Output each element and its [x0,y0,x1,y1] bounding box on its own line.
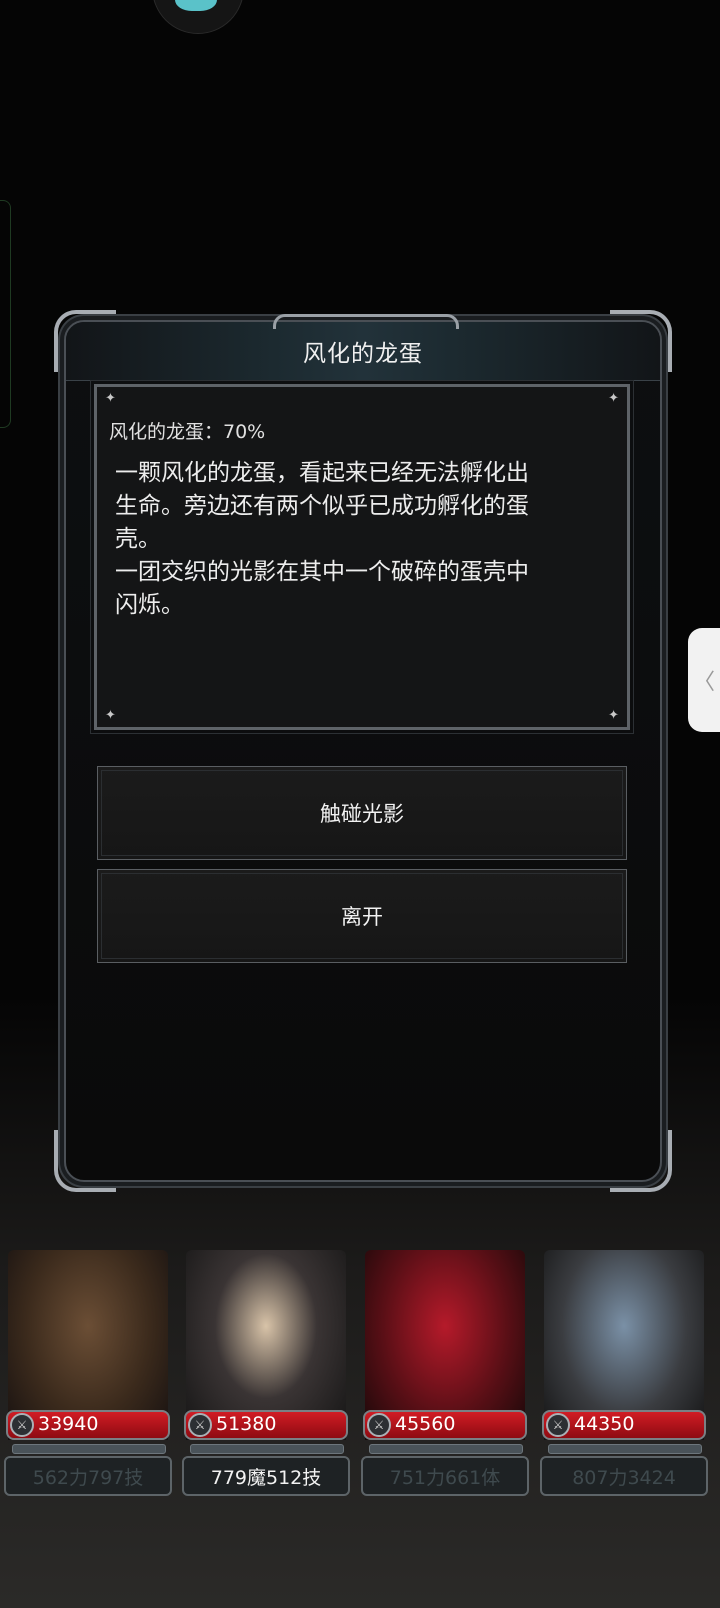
event-description: 一颗风化的龙蛋，看起来已经无法孵化出 生命。旁边还有两个似乎已成功孵化的蛋 壳。… [115,460,529,618]
stat-summary: 779魔512技 [182,1456,350,1496]
frame-corner-ornament [54,1130,116,1192]
choice-touch-light-button[interactable]: 触碰光影 [97,766,627,860]
mp-bar [548,1444,702,1454]
party-bar: ⚔ 33940 562力797技 ⚔ 51380 779魔512技 ⚔ 4556… [0,1250,720,1540]
sparkle-icon: ✦ [608,708,619,723]
sparkle-icon: ✦ [105,391,116,406]
choice-label: 触碰光影 [320,802,404,826]
choice-leave-button[interactable]: 离开 [97,869,627,963]
hp-bar: ⚔ 51380 [184,1410,348,1440]
party-member-4[interactable]: ⚔ 44350 807力3424 [536,1250,712,1540]
mascot-avatar-button[interactable] [152,0,244,34]
event-dialog: 风化的龙蛋 ✦ ✦ ✦ ✦ 风化的龙蛋：70% 一颗风化的龙蛋，看起来已经无法孵… [54,310,672,1192]
party-member-1[interactable]: ⚔ 33940 562力797技 [0,1250,176,1540]
dialog-title-bar: 风化的龙蛋 [66,314,660,381]
hp-value: 45560 [395,1413,456,1435]
party-member-3[interactable]: ⚔ 45560 751力661体 [357,1250,533,1540]
chevron-left-icon: 〈 [692,670,715,695]
sparkle-icon: ✦ [608,391,619,406]
sword-icon: ⚔ [188,1413,212,1437]
mp-bar [369,1444,523,1454]
sword-icon: ⚔ [10,1413,34,1437]
sword-icon: ⚔ [367,1413,391,1437]
hp-value: 51380 [216,1413,277,1435]
dialog-title: 风化的龙蛋 [303,341,423,367]
party-member-2[interactable]: ⚔ 51380 779魔512技 [178,1250,354,1540]
hp-value: 33940 [38,1413,99,1435]
stat-summary: 562力797技 [4,1456,172,1496]
sparkle-icon: ✦ [105,708,116,723]
mp-bar [190,1444,344,1454]
stat-summary: 751力661体 [361,1456,529,1496]
sword-icon: ⚔ [546,1413,570,1437]
left-edge-tab [0,200,11,428]
title-ornament [273,314,459,329]
description-box: ✦ ✦ ✦ ✦ 风化的龙蛋：70% 一颗风化的龙蛋，看起来已经无法孵化出 生命。… [90,380,634,734]
choice-label: 离开 [341,905,383,929]
mascot-face-icon [175,0,217,11]
side-panel-handle[interactable]: 〈 [688,628,720,732]
hp-bar: ⚔ 33940 [6,1410,170,1440]
hp-value: 44350 [574,1413,635,1435]
frame-corner-ornament [610,1130,672,1192]
mp-bar [12,1444,166,1454]
event-progress-header: 风化的龙蛋：70% [109,421,266,443]
hp-bar: ⚔ 45560 [363,1410,527,1440]
stat-summary: 807力3424 [540,1456,708,1496]
hp-bar: ⚔ 44350 [542,1410,706,1440]
